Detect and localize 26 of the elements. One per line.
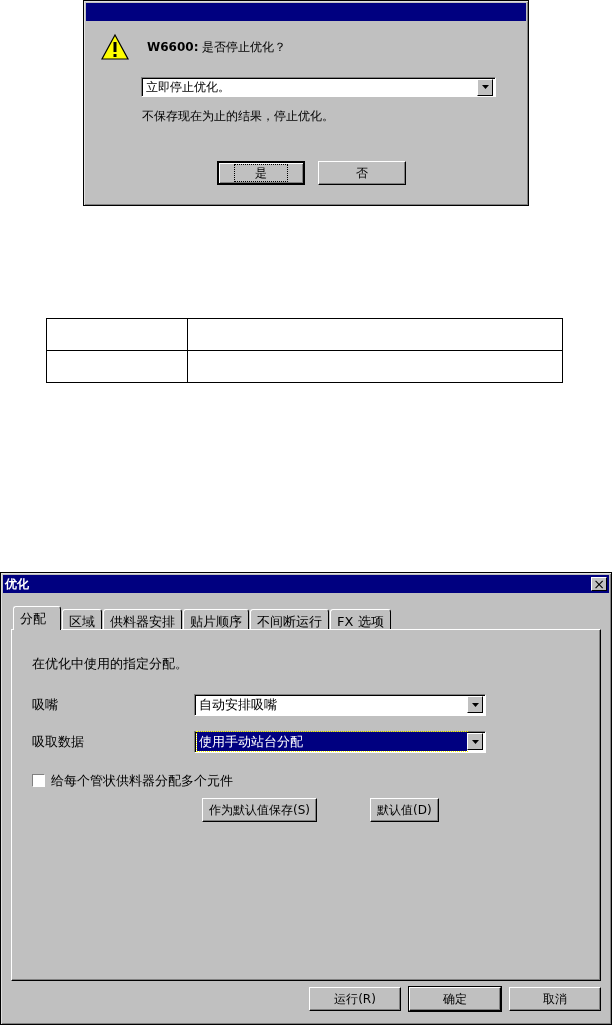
tab[interactable]: 贴片顺序: [183, 609, 249, 629]
close-button[interactable]: ×: [591, 577, 607, 591]
tab[interactable]: 分配: [13, 606, 61, 630]
dropdown-field[interactable]: 自动安排吸嘴: [194, 693, 486, 716]
window-title: 优化: [5, 576, 29, 593]
tab[interactable]: 供料器安排: [103, 609, 182, 629]
dropdown-field[interactable]: 立即停止优化。: [141, 77, 496, 97]
dialog-button[interactable]: 是: [217, 161, 305, 185]
tab[interactable]: FX 选项: [330, 609, 391, 629]
checkbox-label: 给每个管状供料器分配多个元件: [51, 771, 233, 790]
dialog-button[interactable]: 运行(R): [309, 987, 401, 1011]
message-text: W6600: 是否停止优化？: [147, 39, 287, 56]
panel-button[interactable]: 默认值(D): [370, 798, 439, 822]
field-label: 吸取数据: [32, 732, 85, 751]
panel-button[interactable]: 作为默认值保存(S): [202, 798, 317, 822]
dropdown-field[interactable]: 使用手动站台分配: [194, 730, 486, 753]
dialog-button[interactable]: 确定: [409, 987, 501, 1011]
field-label: 吸嘴: [32, 695, 59, 714]
tab[interactable]: 区域: [62, 609, 102, 629]
dialog-button[interactable]: 否: [318, 161, 406, 185]
description-text: 不保存现在为止的结果，停止优化。: [142, 108, 335, 125]
tab[interactable]: 不间断运行: [250, 609, 329, 629]
warning-icon: [101, 33, 129, 61]
dialog-button[interactable]: 取消: [509, 987, 601, 1011]
checkbox[interactable]: [32, 773, 45, 787]
description-text: 在优化中使用的指定分配。: [32, 655, 189, 673]
